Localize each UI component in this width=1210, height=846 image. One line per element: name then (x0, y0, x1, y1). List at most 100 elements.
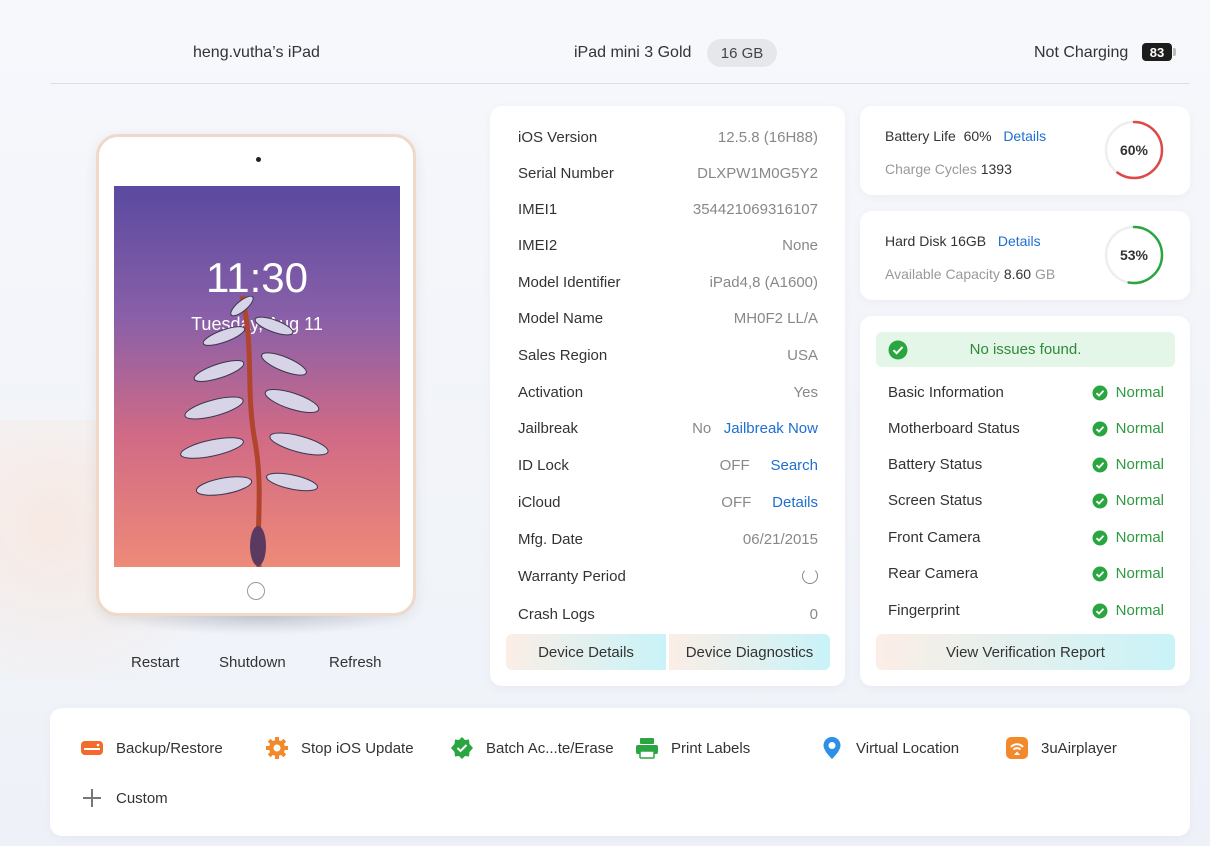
disk-details-link[interactable]: Details (998, 233, 1041, 249)
battery-ring-label: 60% (1119, 142, 1149, 158)
battery-tip (1173, 48, 1176, 56)
info-row-model-identifier: Model Identifier iPad4,8 (A1600) (518, 274, 818, 296)
diagnostic-label: Battery Status (888, 456, 983, 473)
info-value: Yes (793, 384, 818, 401)
info-value[interactable]: 354421069316107 (693, 201, 818, 218)
id-lock-search-link[interactable]: Search (770, 457, 818, 474)
device-diagnostics-button[interactable]: Device Diagnostics (669, 634, 830, 670)
check-circle-icon (1092, 603, 1108, 618)
diagnostic-status: Normal (1092, 420, 1164, 437)
diagnostic-row: Fingerprint Normal (888, 602, 1164, 624)
info-value[interactable]: DLXPW1M0G5Y2 (697, 165, 818, 182)
location-pin-icon (823, 737, 841, 759)
front-camera-dot (256, 157, 261, 162)
backup-restore-tool[interactable]: Backup/Restore (80, 736, 223, 760)
diagnostic-label: Screen Status (888, 492, 983, 509)
info-label: Serial Number (518, 165, 614, 182)
charge-cycles-value: 1393 (980, 161, 1012, 177)
info-row-imei2: IMEI2 None (518, 237, 818, 259)
device-name[interactable]: heng.vutha’s iPad (193, 44, 320, 62)
diagnostic-label: Front Camera (888, 529, 981, 546)
available-capacity-label: Available Capacity (885, 266, 1000, 282)
info-label: Activation (518, 384, 584, 401)
device-model: iPad mini 3 Gold (574, 44, 692, 61)
tool-label: Virtual Location (856, 739, 960, 757)
diagnostic-row: Front Camera Normal (888, 529, 1164, 551)
home-button (247, 582, 265, 600)
batch-activate-erase-tool[interactable]: Batch Ac...te/Erase (450, 736, 614, 760)
info-label: iCloud (518, 494, 561, 511)
diagnostic-status: Normal (1092, 492, 1164, 509)
diagnostic-status: Normal (1092, 384, 1164, 401)
device-header: heng.vutha’s iPad iPad mini 3 Gold 16 GB… (50, 28, 1190, 84)
battery-level-icon: 83 (1142, 43, 1172, 61)
check-circle-icon (1092, 385, 1108, 400)
info-value: 12.5.8 (16H88) (717, 129, 818, 146)
info-row-warranty-period: Warranty Period (518, 568, 818, 590)
info-label: Warranty Period (518, 568, 626, 585)
info-label: Mfg. Date (518, 531, 584, 548)
wallpaper-plant (180, 295, 329, 567)
diagnostic-row: Rear Camera Normal (888, 565, 1164, 587)
diagnostic-label: Fingerprint (888, 602, 960, 619)
tool-label: Print Labels (671, 739, 751, 757)
stop-ios-update-tool[interactable]: Stop iOS Update (265, 736, 414, 760)
info-label: ID Lock (518, 457, 569, 474)
airplay-icon (1006, 737, 1028, 759)
info-value: 06/21/2015 (742, 531, 818, 548)
diagnostic-status: Normal (1092, 602, 1164, 619)
diagnostic-status: Normal (1092, 456, 1164, 473)
check-circle-icon (1092, 493, 1108, 508)
info-row-imei1: IMEI1 354421069316107 (518, 201, 818, 223)
info-value-group: OFF Details (721, 494, 818, 511)
diagnostic-status-text: Normal (1115, 456, 1164, 473)
device-screen: 11:30 Tuesday, Aug 11 (114, 186, 400, 567)
info-row-model-name: Model Name MH0F2 LL/A (518, 310, 818, 332)
battery-life-percent: 60% (963, 128, 992, 144)
info-row-mfg-date: Mfg. Date 06/21/2015 (518, 531, 818, 553)
plus-icon (83, 789, 101, 807)
hard-disk-card: Hard Disk 16GB Details Available Capacit… (860, 211, 1190, 300)
available-capacity-unit: GB (1034, 266, 1056, 282)
info-value: iPad4,8 (A1600) (709, 274, 818, 291)
virtual-location-tool[interactable]: Virtual Location (820, 736, 959, 760)
info-label: IMEI2 (518, 237, 558, 254)
view-verification-report-button[interactable]: View Verification Report (876, 634, 1175, 670)
device-details-button[interactable]: Device Details (506, 634, 666, 670)
battery-title: Battery Life 60% Details (885, 128, 1046, 144)
hard-disk-label: Hard Disk 16GB (885, 233, 987, 249)
info-row-sales-region: Sales Region USA (518, 347, 818, 369)
shutdown-button[interactable]: Shutdown (219, 654, 286, 671)
print-labels-tool[interactable]: Print Labels (635, 736, 750, 760)
diagnostic-row: Motherboard Status Normal (888, 420, 1164, 442)
3uairplayer-tool[interactable]: 3uAirplayer (1005, 736, 1117, 760)
diagnostic-label: Basic Information (888, 384, 1004, 401)
loading-spinner-icon (802, 568, 818, 588)
info-value-group: No Jailbreak Now (692, 420, 818, 437)
info-value[interactable]: 0 (810, 606, 818, 623)
jailbreak-now-link[interactable]: Jailbreak Now (724, 420, 818, 437)
diagnostic-row: Basic Information Normal (888, 384, 1164, 406)
charge-cycles: Charge Cycles 1393 (885, 161, 1012, 177)
diagnostic-status-text: Normal (1115, 420, 1164, 437)
check-circle-icon (888, 340, 908, 360)
custom-tool[interactable]: Custom (80, 786, 168, 810)
icloud-details-link[interactable]: Details (772, 494, 818, 511)
charging-status: Not Charging (1034, 44, 1129, 61)
tool-label: Custom (116, 789, 168, 807)
available-capacity: Available Capacity 8.60 GB (885, 266, 1055, 282)
refresh-button[interactable]: Refresh (329, 654, 382, 671)
battery-details-link[interactable]: Details (1003, 128, 1046, 144)
diagnostic-status-text: Normal (1115, 492, 1164, 509)
battery-life-label: Battery Life (885, 128, 956, 144)
restart-button[interactable]: Restart (131, 654, 179, 671)
icloud-status: OFF (721, 494, 752, 511)
disk-title: Hard Disk 16GB Details (885, 233, 1041, 249)
diagnostic-label: Rear Camera (888, 565, 979, 582)
info-row-crash-logs: Crash Logs 0 (518, 606, 818, 628)
info-row-serial-number: Serial Number DLXPW1M0G5Y2 (518, 165, 818, 187)
check-circle-icon (1092, 457, 1108, 472)
device-image: 11:30 Tuesday, Aug 11 (96, 134, 416, 616)
check-circle-icon (1092, 530, 1108, 545)
info-row-icloud: iCloud OFF Details (518, 494, 818, 516)
